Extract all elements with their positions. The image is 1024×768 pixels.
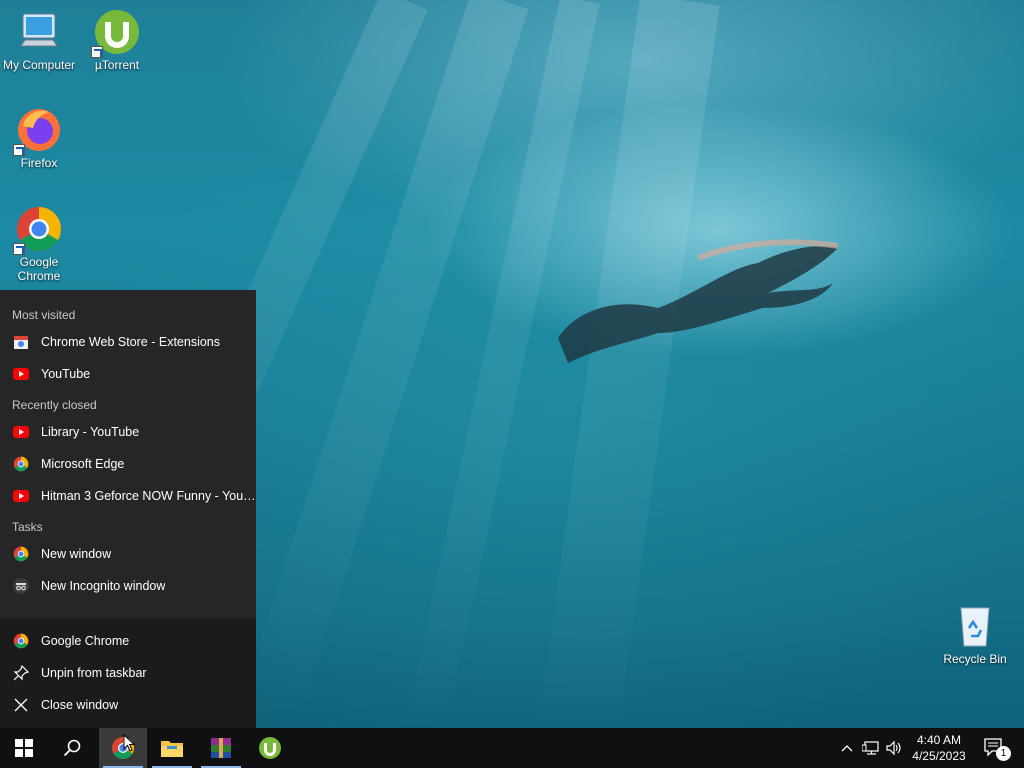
youtube-icon [12, 424, 29, 441]
chrome-web-store-icon [12, 334, 29, 351]
taskbar-chrome-button[interactable] [99, 728, 147, 768]
diver-wallpaper [558, 239, 839, 363]
search-icon [63, 739, 81, 757]
section-header-recently-closed: Recently closed [12, 398, 97, 412]
network-icon [862, 741, 879, 755]
shortcut-arrow-icon [13, 144, 25, 156]
desktop-icon-label: Firefox [20, 156, 58, 170]
network-button[interactable] [860, 728, 882, 768]
clock-date: 4/25/2023 [912, 749, 966, 763]
jump-item-label: Hitman 3 Geforce NOW Funny - YouTu... [41, 489, 256, 503]
jump-item-library-youtube[interactable]: Library - YouTube [0, 416, 256, 448]
jump-item-label: Close window [41, 698, 119, 712]
unpin-icon [12, 665, 29, 682]
shortcut-arrow-icon [91, 46, 103, 58]
close-icon [12, 697, 29, 714]
utorrent-icon [91, 8, 141, 58]
chrome-icon [12, 633, 29, 650]
recycle-bin-icon [951, 602, 999, 650]
jump-action-close-window[interactable]: Close window [0, 689, 256, 721]
speaker-icon [886, 740, 901, 756]
desktop-icon-label: My Computer [2, 58, 76, 72]
chrome-icon [12, 456, 29, 473]
desktop-icon-label: Google Chrome [17, 255, 61, 283]
jump-item-label: Google Chrome [41, 634, 130, 648]
jump-item-label: YouTube [41, 367, 91, 381]
desktop-icon-utorrent[interactable]: µTorrent [78, 8, 156, 72]
clock-time: 4:40 AM [916, 733, 962, 747]
desktop-icon-label: µTorrent [94, 58, 140, 72]
chevron-up-icon [841, 745, 853, 752]
jump-item-label: Library - YouTube [41, 425, 140, 439]
jump-item-chrome-web-store[interactable]: Chrome Web Store - Extensions [0, 326, 256, 358]
incognito-icon [12, 578, 29, 595]
section-header-tasks: Tasks [12, 520, 43, 534]
jump-item-hitman-youtube[interactable]: Hitman 3 Geforce NOW Funny - YouTu... [0, 480, 256, 512]
jump-item-label: New Incognito window [41, 579, 166, 593]
winrar-icon [211, 738, 231, 758]
jump-action-google-chrome[interactable]: Google Chrome [0, 625, 256, 657]
chrome-jump-list: Most visited Chrome Web Store - Extensio… [0, 290, 256, 728]
search-button[interactable] [48, 728, 96, 768]
volume-button[interactable] [884, 728, 904, 768]
youtube-icon [12, 366, 29, 383]
jump-item-label: Unpin from taskbar [41, 666, 147, 680]
start-icon [15, 739, 33, 757]
taskbar-file-explorer-button[interactable] [148, 728, 196, 768]
jump-item-label: New window [41, 547, 112, 561]
desktop-icon-my-computer[interactable]: My Computer [0, 8, 78, 72]
utorrent-icon [259, 737, 281, 759]
system-clock[interactable]: 4:40 AM 4/25/2023 [904, 732, 974, 764]
desktop-icon-recycle-bin[interactable]: Recycle Bin [936, 602, 1014, 666]
section-header-most-visited: Most visited [12, 308, 76, 322]
jump-item-new-incognito-window[interactable]: New Incognito window [0, 570, 256, 602]
jump-item-microsoft-edge[interactable]: Microsoft Edge [0, 448, 256, 480]
mouse-cursor-icon [123, 734, 135, 752]
desktop-icon-firefox[interactable]: Firefox [0, 106, 78, 170]
file-explorer-icon [161, 741, 183, 757]
desktop-icon-label: Recycle Bin [943, 652, 1007, 666]
jump-item-label: Chrome Web Store - Extensions [41, 335, 221, 349]
action-center-button[interactable]: 1 [978, 728, 1012, 768]
taskbar: 4:40 AM 4/25/2023 1 [0, 728, 1024, 768]
shortcut-arrow-icon [13, 243, 25, 255]
taskbar-winrar-button[interactable] [197, 728, 245, 768]
start-button[interactable] [0, 728, 48, 768]
chrome-icon [12, 546, 29, 563]
computer-icon [15, 8, 63, 56]
notification-count-badge: 1 [996, 746, 1011, 761]
desktop-icon-google-chrome[interactable]: Google Chrome [0, 205, 78, 283]
show-hidden-icons-button[interactable] [838, 728, 856, 768]
jump-item-label: Microsoft Edge [41, 457, 125, 471]
jump-item-new-window[interactable]: New window [0, 538, 256, 570]
jump-item-youtube[interactable]: YouTube [0, 358, 256, 390]
chrome-icon [13, 205, 63, 255]
youtube-icon [12, 488, 29, 505]
taskbar-utorrent-button[interactable] [246, 728, 294, 768]
firefox-icon [13, 106, 63, 156]
jump-action-unpin-from-taskbar[interactable]: Unpin from taskbar [0, 657, 256, 689]
